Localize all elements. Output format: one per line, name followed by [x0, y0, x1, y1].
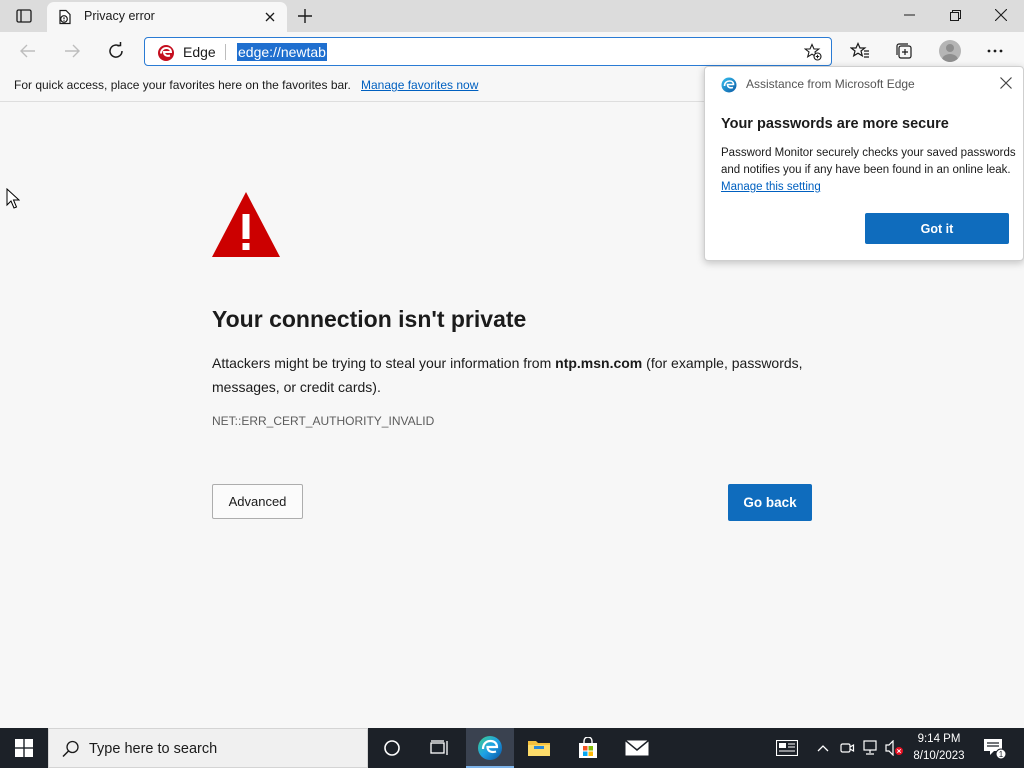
tab-actions-icon[interactable]: [8, 5, 40, 27]
tab-privacy-error[interactable]: Privacy error: [47, 2, 287, 32]
plus-icon[interactable]: [293, 5, 317, 27]
restore-icon[interactable]: [932, 0, 978, 30]
close-icon[interactable]: [261, 8, 279, 26]
address-bar[interactable]: Edge edge://newtab: [144, 37, 832, 66]
refresh-icon[interactable]: [100, 36, 132, 66]
close-icon[interactable]: [978, 0, 1024, 30]
taskbar-search-box[interactable]: Type here to search: [48, 728, 368, 768]
tab-title: Privacy error: [84, 9, 155, 23]
got-it-button[interactable]: Got it: [865, 213, 1009, 244]
volume-muted-icon[interactable]: [884, 738, 904, 758]
host-name: ntp.msn.com: [555, 355, 643, 371]
chevron-up-icon[interactable]: [813, 738, 833, 758]
edge-brand-icon: [157, 44, 175, 62]
password-monitor-popup: Assistance from Microsoft Edge Your pass…: [704, 66, 1024, 261]
notification-center-icon[interactable]: 1: [982, 736, 1007, 760]
toolbar: Edge edge://newtab: [0, 32, 1024, 70]
divider: [225, 44, 226, 60]
search-placeholder: Type here to search: [89, 741, 218, 757]
page-title: Your connection isn't private: [212, 306, 527, 332]
task-view-icon[interactable]: [416, 728, 464, 768]
news-widget-icon[interactable]: [776, 738, 798, 758]
system-clock[interactable]: 9:14 PM 8/10/2023: [906, 731, 972, 765]
error-description: Attackers might be trying to steal your …: [212, 351, 812, 399]
profile-avatar-icon[interactable]: [935, 37, 965, 65]
manage-setting-link[interactable]: Manage this setting: [721, 181, 821, 193]
advanced-button[interactable]: Advanced: [212, 484, 303, 519]
edge-icon[interactable]: [466, 728, 514, 768]
description-text: Attackers might be trying to steal your …: [212, 355, 556, 371]
address-brand-label: Edge: [183, 44, 216, 60]
collections-icon[interactable]: [889, 37, 919, 65]
favorites-bar-hint: For quick access, place your favorites h…: [14, 78, 351, 92]
privacy-error-page-icon: [57, 9, 73, 25]
clock-date: 8/10/2023: [913, 750, 965, 762]
warning-triangle-icon: [211, 190, 281, 260]
popup-header: Assistance from Microsoft Edge: [746, 77, 915, 91]
meet-now-icon[interactable]: [837, 738, 857, 758]
taskbar: Type here to search 9:14 PM 8/10/2023 1: [0, 728, 1024, 768]
error-code[interactable]: NET::ERR_CERT_AUTHORITY_INVALID: [212, 414, 434, 428]
mouse-pointer-icon: [6, 187, 21, 210]
star-plus-icon[interactable]: [803, 42, 823, 62]
cortana-icon[interactable]: [368, 728, 416, 768]
go-back-button[interactable]: Go back: [728, 484, 812, 521]
store-icon[interactable]: [564, 728, 612, 768]
close-icon[interactable]: [997, 74, 1015, 92]
network-icon[interactable]: [860, 738, 880, 758]
manage-favorites-link[interactable]: Manage favorites now: [361, 78, 478, 92]
mail-icon[interactable]: [613, 728, 661, 768]
more-dots-icon[interactable]: [980, 37, 1010, 65]
notification-count: 1: [999, 750, 1004, 759]
windows-start-icon[interactable]: [0, 728, 48, 768]
popup-title: Your passwords are more secure: [721, 116, 949, 132]
tab-strip: Privacy error: [0, 0, 1024, 32]
back-arrow-icon[interactable]: [12, 36, 44, 66]
edge-logo-icon: [721, 77, 737, 93]
search-icon: [61, 739, 81, 759]
popup-body: Password Monitor securely checks your sa…: [721, 145, 1017, 196]
minimize-icon[interactable]: [886, 0, 932, 30]
clock-time: 9:14 PM: [917, 733, 961, 745]
url-text[interactable]: edge://newtab: [237, 43, 327, 61]
forward-arrow-icon[interactable]: [56, 36, 88, 66]
popup-body-text: Password Monitor securely checks your sa…: [721, 147, 1016, 176]
file-explorer-icon[interactable]: [515, 728, 563, 768]
favorites-icon[interactable]: [845, 37, 875, 65]
